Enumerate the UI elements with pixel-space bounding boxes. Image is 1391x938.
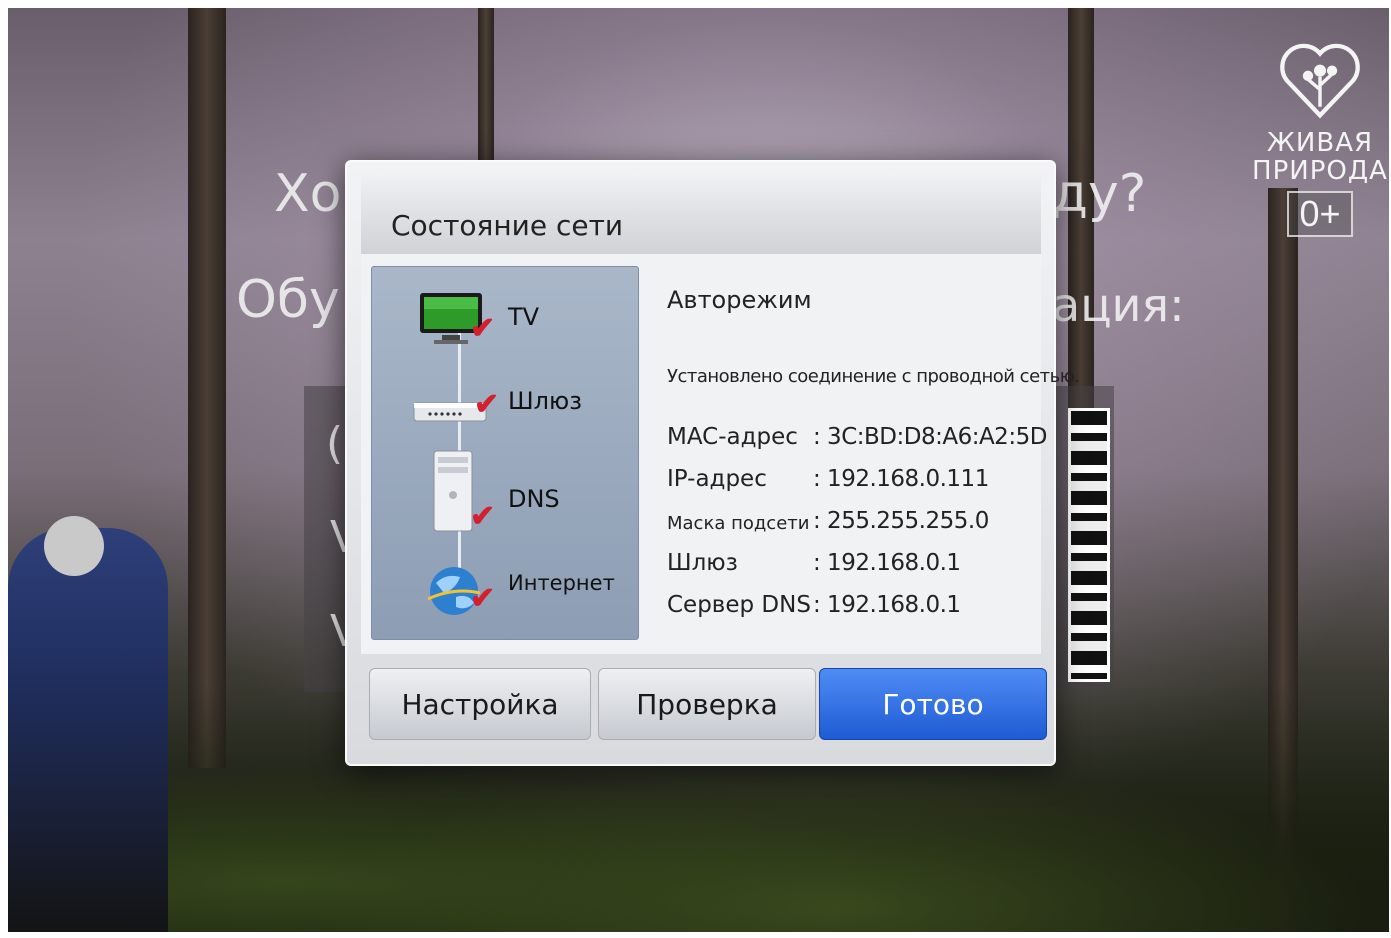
tree-trunk [478, 8, 494, 178]
background-question-right: ду? [1052, 164, 1147, 224]
connection-status-text: Установлено соединение с проводной сетью… [667, 366, 1080, 387]
channel-name-line2: ПРИРОДА [1252, 156, 1388, 186]
tree-trunk [188, 8, 226, 768]
dns-label: DNS [508, 485, 560, 513]
info-value: : 192.168.0.1 [813, 550, 961, 576]
network-diagram: ✔ TV ✔ Шлюз ✔ DNS ✔ Интернет [371, 266, 639, 640]
info-key: Сервер DNS [667, 592, 811, 618]
info-row-ip: IP-адрес : 192.168.0.111 [667, 466, 1047, 502]
info-row-mac: MAC-адрес : 3C:BD:D8:A6:A2:5D [667, 424, 1047, 460]
info-row-dns: Сервер DNS : 192.168.0.1 [667, 592, 1047, 628]
dialog-header: Состояние сети [361, 176, 1041, 254]
check-icon: ✔ [474, 388, 500, 421]
check-icon: ✔ [470, 312, 496, 345]
info-key: Шлюз [667, 550, 738, 576]
gateway-label: Шлюз [508, 387, 582, 415]
test-button[interactable]: Проверка [598, 668, 816, 740]
channel-name-line1: ЖИВАЯ [1266, 128, 1374, 158]
info-row-gateway: Шлюз : 192.168.0.1 [667, 550, 1047, 586]
background-heading-left: Обу [236, 270, 340, 330]
internet-label: Интернет [508, 571, 615, 595]
age-rating-badge: 0+ [1287, 191, 1353, 237]
info-key: Маска подсети [667, 513, 810, 534]
background-heading-right: ация: [1052, 278, 1185, 332]
info-value: : 192.168.0.111 [813, 466, 989, 492]
info-row-subnet: Маска подсети : 255.255.255.0 [667, 508, 1047, 544]
dialog-body: ✔ TV ✔ Шлюз ✔ DNS ✔ Интернет Авторежим У… [361, 254, 1080, 654]
hiker-silhouette [8, 528, 168, 932]
network-info-panel: Авторежим Установлено соединение с прово… [667, 254, 1080, 654]
info-key: MAC-адрес [667, 424, 798, 450]
check-icon: ✔ [470, 582, 496, 615]
heart-tree-icon [1280, 43, 1360, 119]
settings-button[interactable]: Настройка [369, 668, 591, 740]
tv-label: TV [508, 303, 540, 331]
done-button[interactable]: Готово [819, 668, 1047, 740]
channel-logo: ЖИВАЯ ПРИРОДА 0+ [1250, 38, 1389, 237]
connection-mode: Авторежим [667, 286, 812, 314]
background-question-left: Хо [274, 164, 342, 224]
network-status-dialog: Состояние сети ✔ TV ✔ Шлюз ✔ DNS ✔ Интер… [345, 160, 1080, 766]
info-value: : 255.255.255.0 [813, 508, 989, 534]
background-panel-text: ( [326, 418, 344, 469]
info-value: : 192.168.0.1 [813, 592, 961, 618]
hiker-cap [44, 516, 104, 576]
info-key: IP-адрес [667, 466, 767, 492]
dialog-title: Состояние сети [391, 209, 624, 242]
info-value: : 3C:BD:D8:A6:A2:5D [813, 424, 1047, 450]
check-icon: ✔ [470, 500, 496, 533]
qr-code [1068, 408, 1110, 682]
